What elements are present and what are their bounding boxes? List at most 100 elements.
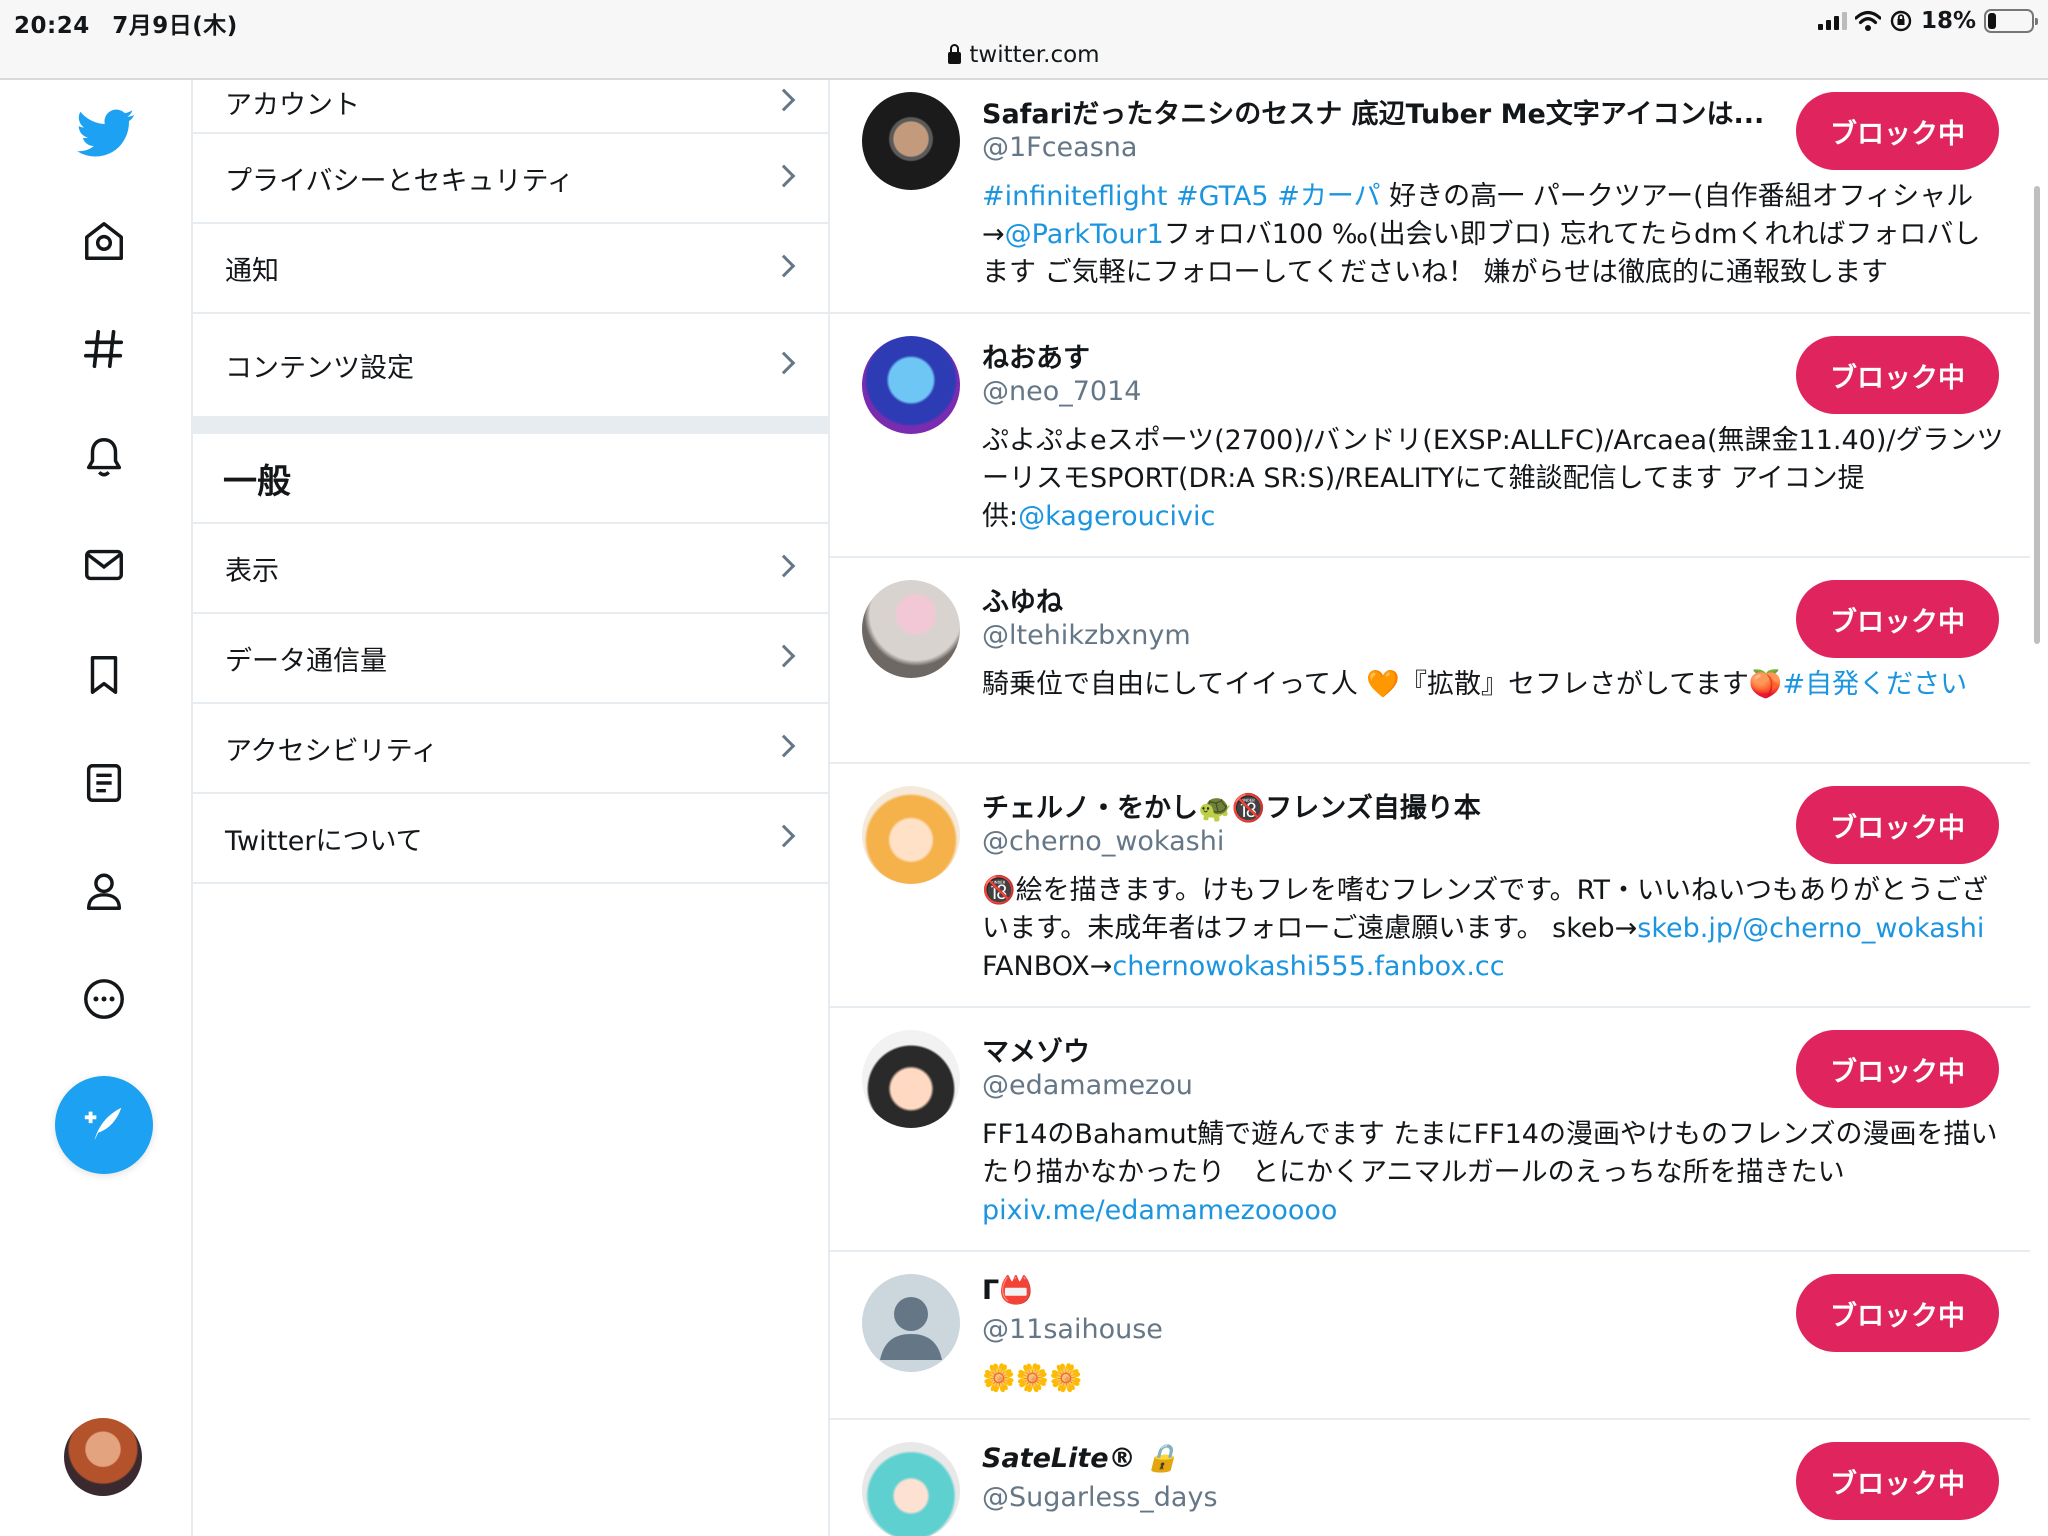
blocked-button[interactable]: ブロック中 xyxy=(1796,1274,1999,1352)
scrollbar[interactable] xyxy=(2034,186,2040,644)
settings-item-label: アクセシビリティ xyxy=(225,735,439,767)
settings-item-label: 通知 xyxy=(225,255,279,287)
chevron-right-icon xyxy=(772,824,796,848)
url-text: twitter.com xyxy=(969,42,1100,68)
bookmarks-icon[interactable] xyxy=(79,650,129,700)
bio-link[interactable]: #infiniteflight #GTA5 #カーパ xyxy=(982,181,1381,212)
battery-percent: 18% xyxy=(1920,8,1976,34)
bio-link[interactable]: chernowokashi555.fanbox.cc xyxy=(1112,951,1504,982)
user-handle: @Sugarless_days xyxy=(982,1482,1218,1513)
chevron-right-icon xyxy=(772,88,796,112)
compose-tweet-icon xyxy=(84,1107,122,1141)
blocked-user-row[interactable]: チェルノ・をかし🐢🔞フレンズ自撮り本 @cherno_wokashi 🔞絵を描き… xyxy=(830,764,2030,1008)
user-display-name[interactable]: チェルノ・をかし🐢🔞フレンズ自撮り本 xyxy=(982,786,1481,825)
user-display-name[interactable]: ねおあす xyxy=(982,336,1090,375)
user-display-name[interactable]: SateLite® 🔒 xyxy=(982,1442,1179,1474)
user-bio: 🔞絵を描きます。けもフレを嗜むフレンズです。RT・いいねいつもありがとうございま… xyxy=(982,872,2007,986)
section-heading-general: 一般 xyxy=(193,434,830,524)
profile-icon[interactable] xyxy=(79,866,129,916)
account-avatar[interactable] xyxy=(64,1418,142,1496)
settings-item-privacy[interactable]: プライバシーとセキュリティ xyxy=(193,134,830,224)
settings-item-label: Twitterについて xyxy=(225,825,423,857)
user-display-name[interactable]: マメゾウ xyxy=(982,1030,1090,1069)
bio-text: 騎乗位で自由にしてイイって人 🧡『拡散』セフレさがしてます🍑 xyxy=(982,669,1783,700)
user-avatar[interactable] xyxy=(862,336,960,434)
settings-item-label: コンテンツ設定 xyxy=(225,352,414,384)
status-time: 20:24 xyxy=(14,13,90,39)
blocked-user-row[interactable]: SateLite® 🔒 @Sugarless_days ブロック中 xyxy=(830,1420,2030,1536)
user-avatar[interactable] xyxy=(862,580,960,678)
blocked-user-row[interactable]: ふゆね @ltehikzbxnym 騎乗位で自由にしてイイって人 🧡『拡散』セフ… xyxy=(830,558,2030,764)
status-right: 18% xyxy=(1817,6,2038,36)
twitter-logo-icon[interactable] xyxy=(75,102,137,164)
user-display-name[interactable]: ふゆね xyxy=(982,580,1063,619)
blocked-accounts-list: Safariだったタニシのセスナ 底辺Tuber Me文字アイコンは... @1… xyxy=(830,80,2040,1536)
settings-item-label: 表示 xyxy=(225,555,279,587)
chevron-right-icon xyxy=(772,164,796,188)
user-handle: @edamamezou xyxy=(982,1070,1193,1101)
status-date: 7月9日(木) xyxy=(112,13,238,39)
blocked-user-row[interactable]: ねおあす @neo_7014 ぷよぷよeスポーツ(2700)/バンドリ(EXSP… xyxy=(830,314,2030,558)
more-icon[interactable] xyxy=(79,974,129,1024)
settings-item-about[interactable]: Twitterについて xyxy=(193,794,830,884)
bio-link[interactable]: #自発ください xyxy=(1783,669,1968,700)
user-avatar[interactable] xyxy=(862,1274,960,1372)
settings-item-display[interactable]: 表示 xyxy=(193,524,830,614)
chevron-right-icon xyxy=(772,351,796,375)
chevron-right-icon xyxy=(772,254,796,278)
user-bio: ぷよぷよeスポーツ(2700)/バンドリ(EXSP:ALLFC)/Arcaea(… xyxy=(982,422,2007,536)
settings-item-label: データ通信量 xyxy=(225,645,387,677)
blocked-button[interactable]: ブロック中 xyxy=(1796,786,1999,864)
blocked-user-row[interactable]: Safariだったタニシのセスナ 底辺Tuber Me文字アイコンは... @1… xyxy=(830,80,2030,314)
status-time-date: 20:24 7月9日(木) xyxy=(14,6,238,40)
bio-text: 🌼🌼🌼 xyxy=(982,1363,1083,1394)
section-separator xyxy=(193,416,830,434)
chevron-right-icon xyxy=(772,734,796,758)
user-avatar[interactable] xyxy=(862,1442,960,1536)
settings-item-data-usage[interactable]: データ通信量 xyxy=(193,614,830,704)
settings-item-notifications[interactable]: 通知 xyxy=(193,224,830,314)
settings-item-accessibility[interactable]: アクセシビリティ xyxy=(193,704,830,794)
user-display-name[interactable]: Safariだったタニシのセスナ 底辺Tuber Me文字アイコンは... xyxy=(982,92,1764,131)
bio-text: FF14のBahamut鯖で遊んでます たまにFF14の漫画やけものフレンズの漫… xyxy=(982,1119,1998,1188)
blocked-button[interactable]: ブロック中 xyxy=(1796,336,1999,414)
chevron-right-icon xyxy=(772,554,796,578)
address-bar[interactable]: twitter.com xyxy=(0,38,2048,72)
user-handle: @neo_7014 xyxy=(982,376,1142,407)
bio-text: FANBOX→ xyxy=(982,951,1113,982)
signal-icon xyxy=(1817,12,1847,30)
user-handle: @11saihouse xyxy=(982,1314,1163,1345)
user-avatar[interactable] xyxy=(862,1030,960,1128)
blocked-button[interactable]: ブロック中 xyxy=(1796,92,1999,170)
blocked-button[interactable]: ブロック中 xyxy=(1796,580,1999,658)
user-bio: 騎乗位で自由にしてイイって人 🧡『拡散』セフレさがしてます🍑#自発ください xyxy=(982,666,2007,704)
bio-link[interactable]: @ParkTour1 xyxy=(1005,219,1164,250)
settings-item-content[interactable]: コンテンツ設定 xyxy=(193,314,830,416)
blocked-button[interactable]: ブロック中 xyxy=(1796,1030,1999,1108)
user-display-name[interactable]: Г📛 xyxy=(982,1274,1033,1306)
notifications-bell-icon[interactable] xyxy=(79,432,129,482)
bio-link[interactable]: @kageroucivic xyxy=(1018,501,1215,532)
user-bio: #infiniteflight #GTA5 #カーパ 好きの高一 パークツアー(… xyxy=(982,178,2007,292)
user-bio: FF14のBahamut鯖で遊んでます たまにFF14の漫画やけものフレンズの漫… xyxy=(982,1116,2007,1230)
bio-link[interactable]: skeb.jp/@cherno_wokashi xyxy=(1637,913,1984,944)
user-bio: 🌼🌼🌼 xyxy=(982,1360,2007,1398)
sidebar-nav xyxy=(0,80,193,1536)
user-handle: @cherno_wokashi xyxy=(982,826,1225,857)
messages-envelope-icon[interactable] xyxy=(79,540,129,590)
blocked-button[interactable]: ブロック中 xyxy=(1796,1442,1999,1520)
battery-icon xyxy=(1984,9,2038,33)
compose-tweet-button[interactable] xyxy=(55,1076,153,1174)
user-avatar[interactable] xyxy=(862,786,960,884)
settings-item-account[interactable]: アカウント xyxy=(193,68,830,134)
blocked-user-row[interactable]: マメゾウ @edamamezou FF14のBahamut鯖で遊んでます たまに… xyxy=(830,1008,2030,1252)
user-handle: @1Fceasna xyxy=(982,132,1138,163)
blocked-user-row[interactable]: Г📛 @11saihouse 🌼🌼🌼 ブロック中 xyxy=(830,1252,2030,1420)
settings-item-label: プライバシーとセキュリティ xyxy=(225,165,574,197)
orientation-lock-icon xyxy=(1890,10,1912,32)
lists-icon[interactable] xyxy=(79,758,129,808)
bio-link[interactable]: pixiv.me/edamamezooooo xyxy=(982,1195,1337,1226)
explore-hashtag-icon[interactable] xyxy=(79,324,129,374)
home-icon[interactable] xyxy=(79,216,129,266)
user-avatar[interactable] xyxy=(862,92,960,190)
